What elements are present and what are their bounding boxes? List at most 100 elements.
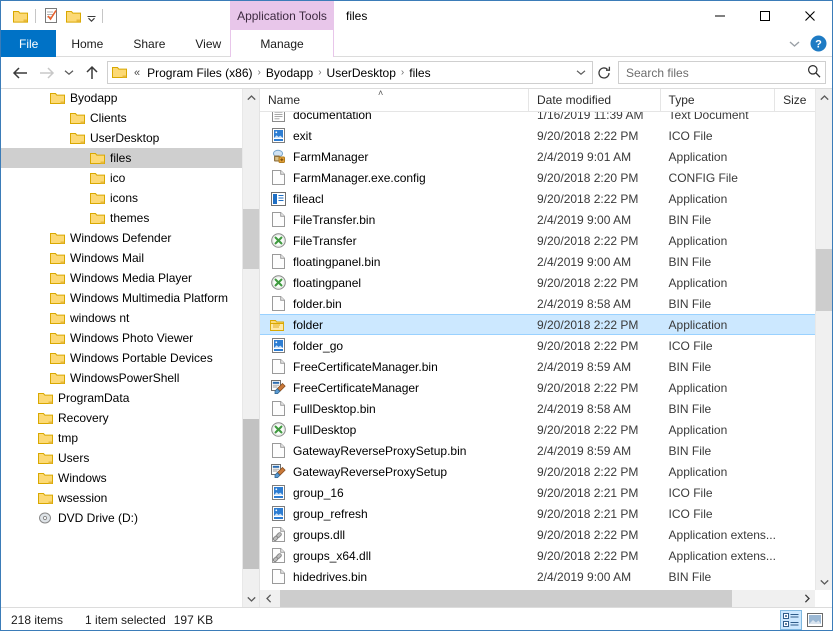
properties-icon[interactable] [40, 5, 62, 27]
tree-item-label: wsession [58, 491, 107, 505]
table-row[interactable]: GatewayReverseProxySetup.bin2/4/2019 8:5… [260, 440, 815, 461]
list-scroll-down-arrow[interactable] [816, 573, 832, 590]
table-row[interactable]: exit9/20/2018 2:22 PMICO File [260, 125, 815, 146]
folder-icon [37, 390, 53, 406]
breadcrumb-item-3[interactable]: files [405, 65, 434, 81]
back-button[interactable] [7, 61, 33, 85]
tree-item-windows-photo-viewer[interactable]: Windows Photo Viewer [1, 328, 242, 348]
tree-item-users[interactable]: Users [1, 448, 242, 468]
tree-item-icons[interactable]: icons [1, 188, 242, 208]
table-row[interactable]: group_169/20/2018 2:21 PMICO File [260, 482, 815, 503]
table-row[interactable]: documentation1/16/2019 11:39 AMText Docu… [260, 112, 815, 125]
breadcrumb[interactable]: « Program Files (x86) › Byodapp › UserDe… [107, 61, 593, 84]
breadcrumb-item-1[interactable]: Byodapp [262, 65, 317, 81]
up-button[interactable] [79, 61, 105, 85]
refresh-button[interactable] [593, 61, 615, 84]
table-row[interactable]: FreeCertificateManager.bin2/4/2019 8:59 … [260, 356, 815, 377]
column-header-name[interactable]: Name ˄ [260, 89, 529, 112]
table-row[interactable]: GatewayReverseProxySetup9/20/2018 2:22 P… [260, 461, 815, 482]
tree-item-label: ico [110, 171, 125, 185]
new-folder-icon[interactable] [62, 5, 84, 27]
tree-item-windows[interactable]: Windows [1, 468, 242, 488]
table-row[interactable]: FullDesktop9/20/2018 2:22 PMApplication [260, 419, 815, 440]
large-icons-view-button[interactable] [804, 610, 826, 630]
list-scroll-right-arrow[interactable] [798, 590, 815, 607]
chevron-down-icon[interactable] [572, 69, 590, 76]
ico-file-icon [270, 128, 286, 144]
tab-file[interactable]: File [1, 30, 56, 57]
tree-item-userdesktop[interactable]: UserDesktop [1, 128, 242, 148]
search-input[interactable]: Search files [618, 61, 826, 84]
app-gear-icon [270, 422, 286, 438]
scroll-down-arrow[interactable] [243, 590, 260, 607]
list-scroll-left-arrow[interactable] [260, 590, 277, 607]
column-header-type[interactable]: Type [661, 89, 776, 112]
tree-item-windows-portable-devices[interactable]: Windows Portable Devices [1, 348, 242, 368]
hscroll-thumb[interactable] [280, 590, 732, 607]
table-row[interactable]: groups_x64.dll9/20/2018 2:22 PMApplicati… [260, 545, 815, 566]
tab-home[interactable]: Home [56, 30, 118, 57]
tab-share[interactable]: Share [118, 30, 180, 57]
close-button[interactable] [787, 1, 832, 30]
tree-item-recovery[interactable]: Recovery [1, 408, 242, 428]
tree-item-programdata[interactable]: ProgramData [1, 388, 242, 408]
tree-item-windows-nt[interactable]: windows nt [1, 308, 242, 328]
details-view-button[interactable] [780, 610, 802, 630]
file-name: FarmManager [293, 150, 368, 164]
tree-item-clients[interactable]: Clients [1, 108, 242, 128]
table-row[interactable]: floatingpanel.bin2/4/2019 9:00 AMBIN Fil… [260, 251, 815, 272]
tree-item-files[interactable]: files [1, 148, 242, 168]
recent-locations-button[interactable] [59, 61, 79, 85]
table-row[interactable]: folder.bin2/4/2019 8:58 AMBIN File [260, 293, 815, 314]
nav-vertical-scrollbar[interactable] [242, 89, 259, 607]
tree-item-themes[interactable]: themes [1, 208, 242, 228]
tree-item-windows-media-player[interactable]: Windows Media Player [1, 268, 242, 288]
nav-scrollbar-thumb-main[interactable] [243, 419, 260, 569]
breadcrumb-item-0[interactable]: Program Files (x86) [143, 65, 256, 81]
nav-scrollbar-thumb[interactable] [243, 209, 260, 269]
table-row[interactable]: FileTransfer.bin2/4/2019 9:00 AMBIN File [260, 209, 815, 230]
forward-button[interactable] [33, 61, 59, 85]
table-row[interactable]: fileacl9/20/2018 2:22 PMApplication [260, 188, 815, 209]
table-row[interactable]: folder_go9/20/2018 2:22 PMICO File [260, 335, 815, 356]
tree-item-byodapp[interactable]: Byodapp [1, 89, 242, 108]
column-header-size[interactable]: Size [775, 89, 815, 112]
minimize-button[interactable] [697, 1, 742, 30]
table-row[interactable]: FreeCertificateManager9/20/2018 2:22 PMA… [260, 377, 815, 398]
tree-item-ico[interactable]: ico [1, 168, 242, 188]
hscroll-track[interactable] [277, 590, 798, 607]
tree-item-dvd-drive-d[interactable]: DVD Drive (D:) [1, 508, 242, 528]
folder-icon [49, 350, 65, 366]
tree-item-tmp[interactable]: tmp [1, 428, 242, 448]
maximize-button[interactable] [742, 1, 787, 30]
list-vertical-scrollbar[interactable] [815, 89, 832, 590]
tree-item-windowspowershell[interactable]: WindowsPowerShell [1, 368, 242, 388]
search-icon[interactable] [807, 64, 821, 81]
list-horizontal-scrollbar[interactable] [260, 590, 815, 607]
tree-item-windows-defender[interactable]: Windows Defender [1, 228, 242, 248]
table-row[interactable]: groups.dll9/20/2018 2:22 PMApplication e… [260, 524, 815, 545]
customize-quick-access-icon[interactable] [84, 5, 98, 27]
list-scroll-up-arrow[interactable] [816, 89, 832, 106]
tab-view[interactable]: View [180, 30, 236, 57]
table-row[interactable]: FileTransfer9/20/2018 2:22 PMApplication [260, 230, 815, 251]
tree-item-wsession[interactable]: wsession [1, 488, 242, 508]
tree-item-windows-multimedia-platform[interactable]: Windows Multimedia Platform [1, 288, 242, 308]
tab-manage[interactable]: Manage [230, 30, 334, 57]
tree-item-windows-mail[interactable]: Windows Mail [1, 248, 242, 268]
scroll-up-arrow[interactable] [243, 89, 260, 106]
table-row[interactable]: FarmManager.exe.config9/20/2018 2:20 PMC… [260, 167, 815, 188]
table-row[interactable]: folder9/20/2018 2:22 PMApplication [260, 314, 815, 335]
help-icon[interactable]: ? [810, 35, 828, 53]
folder-icon[interactable] [9, 5, 31, 27]
table-row[interactable]: FullDesktop.bin2/4/2019 8:58 AMBIN File [260, 398, 815, 419]
table-row[interactable]: hidedrives.bin2/4/2019 9:00 AMBIN File [260, 566, 815, 587]
chevron-down-icon[interactable] [784, 34, 804, 54]
breadcrumb-overflow[interactable]: « [131, 67, 143, 79]
column-header-date-modified[interactable]: Date modified [529, 89, 661, 112]
table-row[interactable]: group_refresh9/20/2018 2:21 PMICO File [260, 503, 815, 524]
breadcrumb-item-2[interactable]: UserDesktop [323, 65, 400, 81]
list-scrollbar-thumb[interactable] [816, 249, 832, 311]
table-row[interactable]: floatingpanel9/20/2018 2:22 PMApplicatio… [260, 272, 815, 293]
table-row[interactable]: FarmManager2/4/2019 9:01 AMApplication [260, 146, 815, 167]
